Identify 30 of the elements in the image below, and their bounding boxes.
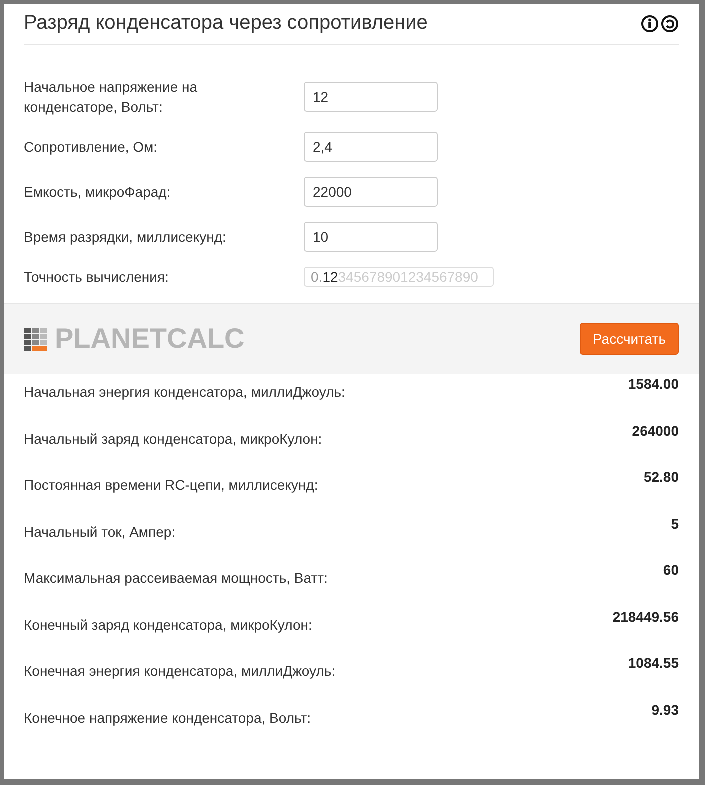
result-label: Конечный заряд конденсатора, микроКулон: <box>24 616 312 635</box>
result-value: 60 <box>663 562 679 580</box>
field-label: Емкость, микроФарад: <box>24 183 172 202</box>
field-label: Сопротивление, Ом: <box>24 138 159 157</box>
result-value: 52.80 <box>644 469 679 487</box>
result-value: 1584.00 <box>628 376 679 394</box>
result-value: 9.93 <box>652 702 679 720</box>
result-value: 1084.55 <box>628 655 679 673</box>
info-icon[interactable] <box>641 14 659 32</box>
result-value: 264000 <box>632 422 679 440</box>
input-field[interactable]: 10 <box>304 222 438 252</box>
field-label: Начальное напряжение на конденсаторе, Вольт: <box>24 78 199 117</box>
result-value: 5 <box>671 516 679 534</box>
input-field[interactable]: 22000 <box>304 177 438 207</box>
calculator-title: Разряд конденсатора через сопротивление <box>24 12 428 35</box>
input-field[interactable]: 2,4 <box>304 132 438 162</box>
result-label: Постоянная времени RC-цепи, миллисекунд: <box>24 477 318 495</box>
result-label: Начальный ток, Ампер: <box>24 524 176 542</box>
field-label: Время разрядки, миллисекунд: <box>24 228 228 247</box>
result-label: Конечное напряжение конденсатора, Вольт: <box>24 710 312 728</box>
result-label: Конечная энергия конденсатора, миллиДжоуль: <box>24 663 336 681</box>
field-label: Точность вычисления: <box>24 268 170 287</box>
result-label: Начальный заряд конденсатора, микроКулон: <box>24 430 322 449</box>
input-field[interactable]: 12 <box>304 82 438 112</box>
result-label: Максимальная рассеиваемая мощность, Ватт: <box>24 570 328 588</box>
result-label: Начальная энергия конденсатора, миллиДжоуль: <box>24 384 346 402</box>
reset-icon[interactable] <box>661 14 679 32</box>
result-value: 218449.56 <box>612 608 679 626</box>
logo-text: PLANETCALC <box>55 323 245 355</box>
grid-logo-icon <box>24 328 47 350</box>
